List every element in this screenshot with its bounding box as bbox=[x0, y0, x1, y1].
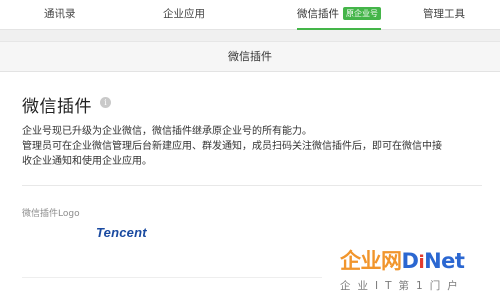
tab-enterprise-apps[interactable]: 企业应用 bbox=[163, 0, 205, 30]
watermark-slogan: 企业IT第1门户 bbox=[340, 280, 465, 292]
watermark-logo: 企业网DiNet bbox=[340, 248, 465, 276]
description-line: 企业号现已升级为企业微信，微信插件继承原企业号的所有能力。 bbox=[22, 126, 312, 137]
description-line: 收企业通知和使用企业应用。 bbox=[22, 156, 152, 167]
watermark: 企业网DiNet 企业IT第1门户 bbox=[330, 248, 500, 299]
divider bbox=[22, 277, 322, 278]
tab-label: 通讯录 bbox=[44, 8, 76, 20]
divider bbox=[22, 185, 482, 186]
info-icon[interactable]: i bbox=[100, 97, 111, 108]
tab-contacts[interactable]: 通讯录 bbox=[44, 0, 76, 30]
section-header: 微信插件 bbox=[0, 42, 500, 72]
tab-wechat-plugin[interactable]: 微信插件 原企业号 bbox=[297, 0, 381, 30]
tab-label: 管理工具 bbox=[423, 8, 465, 20]
spacer-bar bbox=[0, 30, 500, 42]
status-badge: 原企业号 bbox=[343, 7, 381, 20]
plugin-description: 企业号现已升级为企业微信，微信插件继承原企业号的所有能力。 管理员可在企业微信管… bbox=[22, 124, 482, 169]
tab-management-tools[interactable]: 管理工具 bbox=[423, 0, 465, 30]
watermark-net: Net bbox=[424, 249, 465, 273]
watermark-cn: 企业网 bbox=[340, 249, 402, 273]
page-title: 微信插件 bbox=[22, 97, 92, 117]
watermark-d: D bbox=[401, 249, 419, 273]
logo-label: 微信插件Logo bbox=[22, 209, 80, 219]
top-nav: 通讯录 企业应用 微信插件 原企业号 管理工具 bbox=[0, 0, 500, 30]
tab-label: 微信插件 bbox=[297, 8, 339, 20]
tencent-logo: Tencent bbox=[96, 225, 147, 240]
tab-label: 企业应用 bbox=[163, 8, 205, 20]
description-line: 管理员可在企业微信管理后台新建应用、群发通知，成员扫码关注微信插件后，即可在微信… bbox=[22, 141, 442, 152]
